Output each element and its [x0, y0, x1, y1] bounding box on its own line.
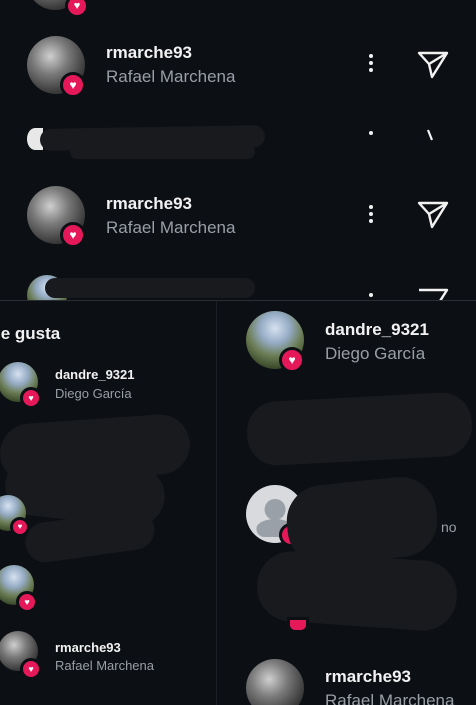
heart-icon: ♥: [60, 222, 86, 248]
more-options-icon[interactable]: [361, 290, 381, 298]
avatar[interactable]: ♥: [27, 0, 89, 18]
avatar[interactable]: ♥: [27, 186, 86, 248]
more-options-icon[interactable]: [361, 128, 381, 138]
avatar[interactable]: ♥: [0, 362, 42, 409]
avatar[interactable]: ♥: [27, 36, 86, 98]
full-name: Rafael Marchena: [55, 658, 154, 673]
heart-icon: ♥: [16, 591, 38, 613]
avatar[interactable]: ♥: [0, 631, 42, 680]
avatar[interactable]: ♥: [0, 565, 38, 613]
redacted-scribble: [45, 278, 255, 298]
username[interactable]: rmarche93: [325, 667, 411, 687]
send-icon[interactable]: [416, 50, 450, 80]
heart-icon: ♥: [60, 72, 86, 98]
full-name: Rafael Marchena: [106, 67, 236, 86]
more-options-icon[interactable]: [361, 202, 381, 230]
heart-icon: ♥: [279, 347, 305, 373]
username[interactable]: dandre_9321: [325, 320, 429, 340]
username[interactable]: dandre_9321: [55, 367, 135, 382]
redacted-scribble: [70, 145, 255, 159]
section-title: le gusta: [0, 324, 61, 343]
heart-icon: ♥: [65, 0, 89, 18]
redacted-scribble: [245, 391, 474, 467]
heart-icon: ♥: [20, 387, 42, 409]
full-name: Rafael Marchena: [325, 691, 455, 705]
username[interactable]: rmarche93: [106, 43, 192, 63]
heart-icon: ♥: [10, 517, 30, 537]
send-icon[interactable]: [425, 128, 439, 142]
full-name: Diego García: [55, 386, 132, 401]
full-name: Rafael Marchena: [106, 218, 236, 237]
more-options-icon[interactable]: [361, 51, 381, 79]
avatar[interactable]: [246, 659, 304, 705]
redacted-scribble: [254, 549, 460, 633]
full-name: Diego García: [325, 344, 426, 363]
send-icon[interactable]: [416, 287, 450, 300]
send-icon[interactable]: [416, 200, 450, 230]
likes-panel-right: ♥ dandre_9321 Diego García ♥ no rmarche9…: [216, 300, 476, 705]
avatar[interactable]: ♥: [246, 311, 305, 373]
top-likes-list: ♥ ♥ rmarche93 Rafael Marchena ♥ rmarche9…: [0, 0, 476, 300]
heart-icon: [287, 617, 309, 633]
heart-icon: ♥: [20, 658, 42, 680]
username[interactable]: rmarche93: [106, 194, 192, 214]
username[interactable]: rmarche93: [55, 640, 121, 655]
likes-panel-left: le gusta ♥ dandre_9321 Diego García ♥ ♥ …: [0, 300, 216, 705]
partial-text: no: [441, 519, 457, 535]
